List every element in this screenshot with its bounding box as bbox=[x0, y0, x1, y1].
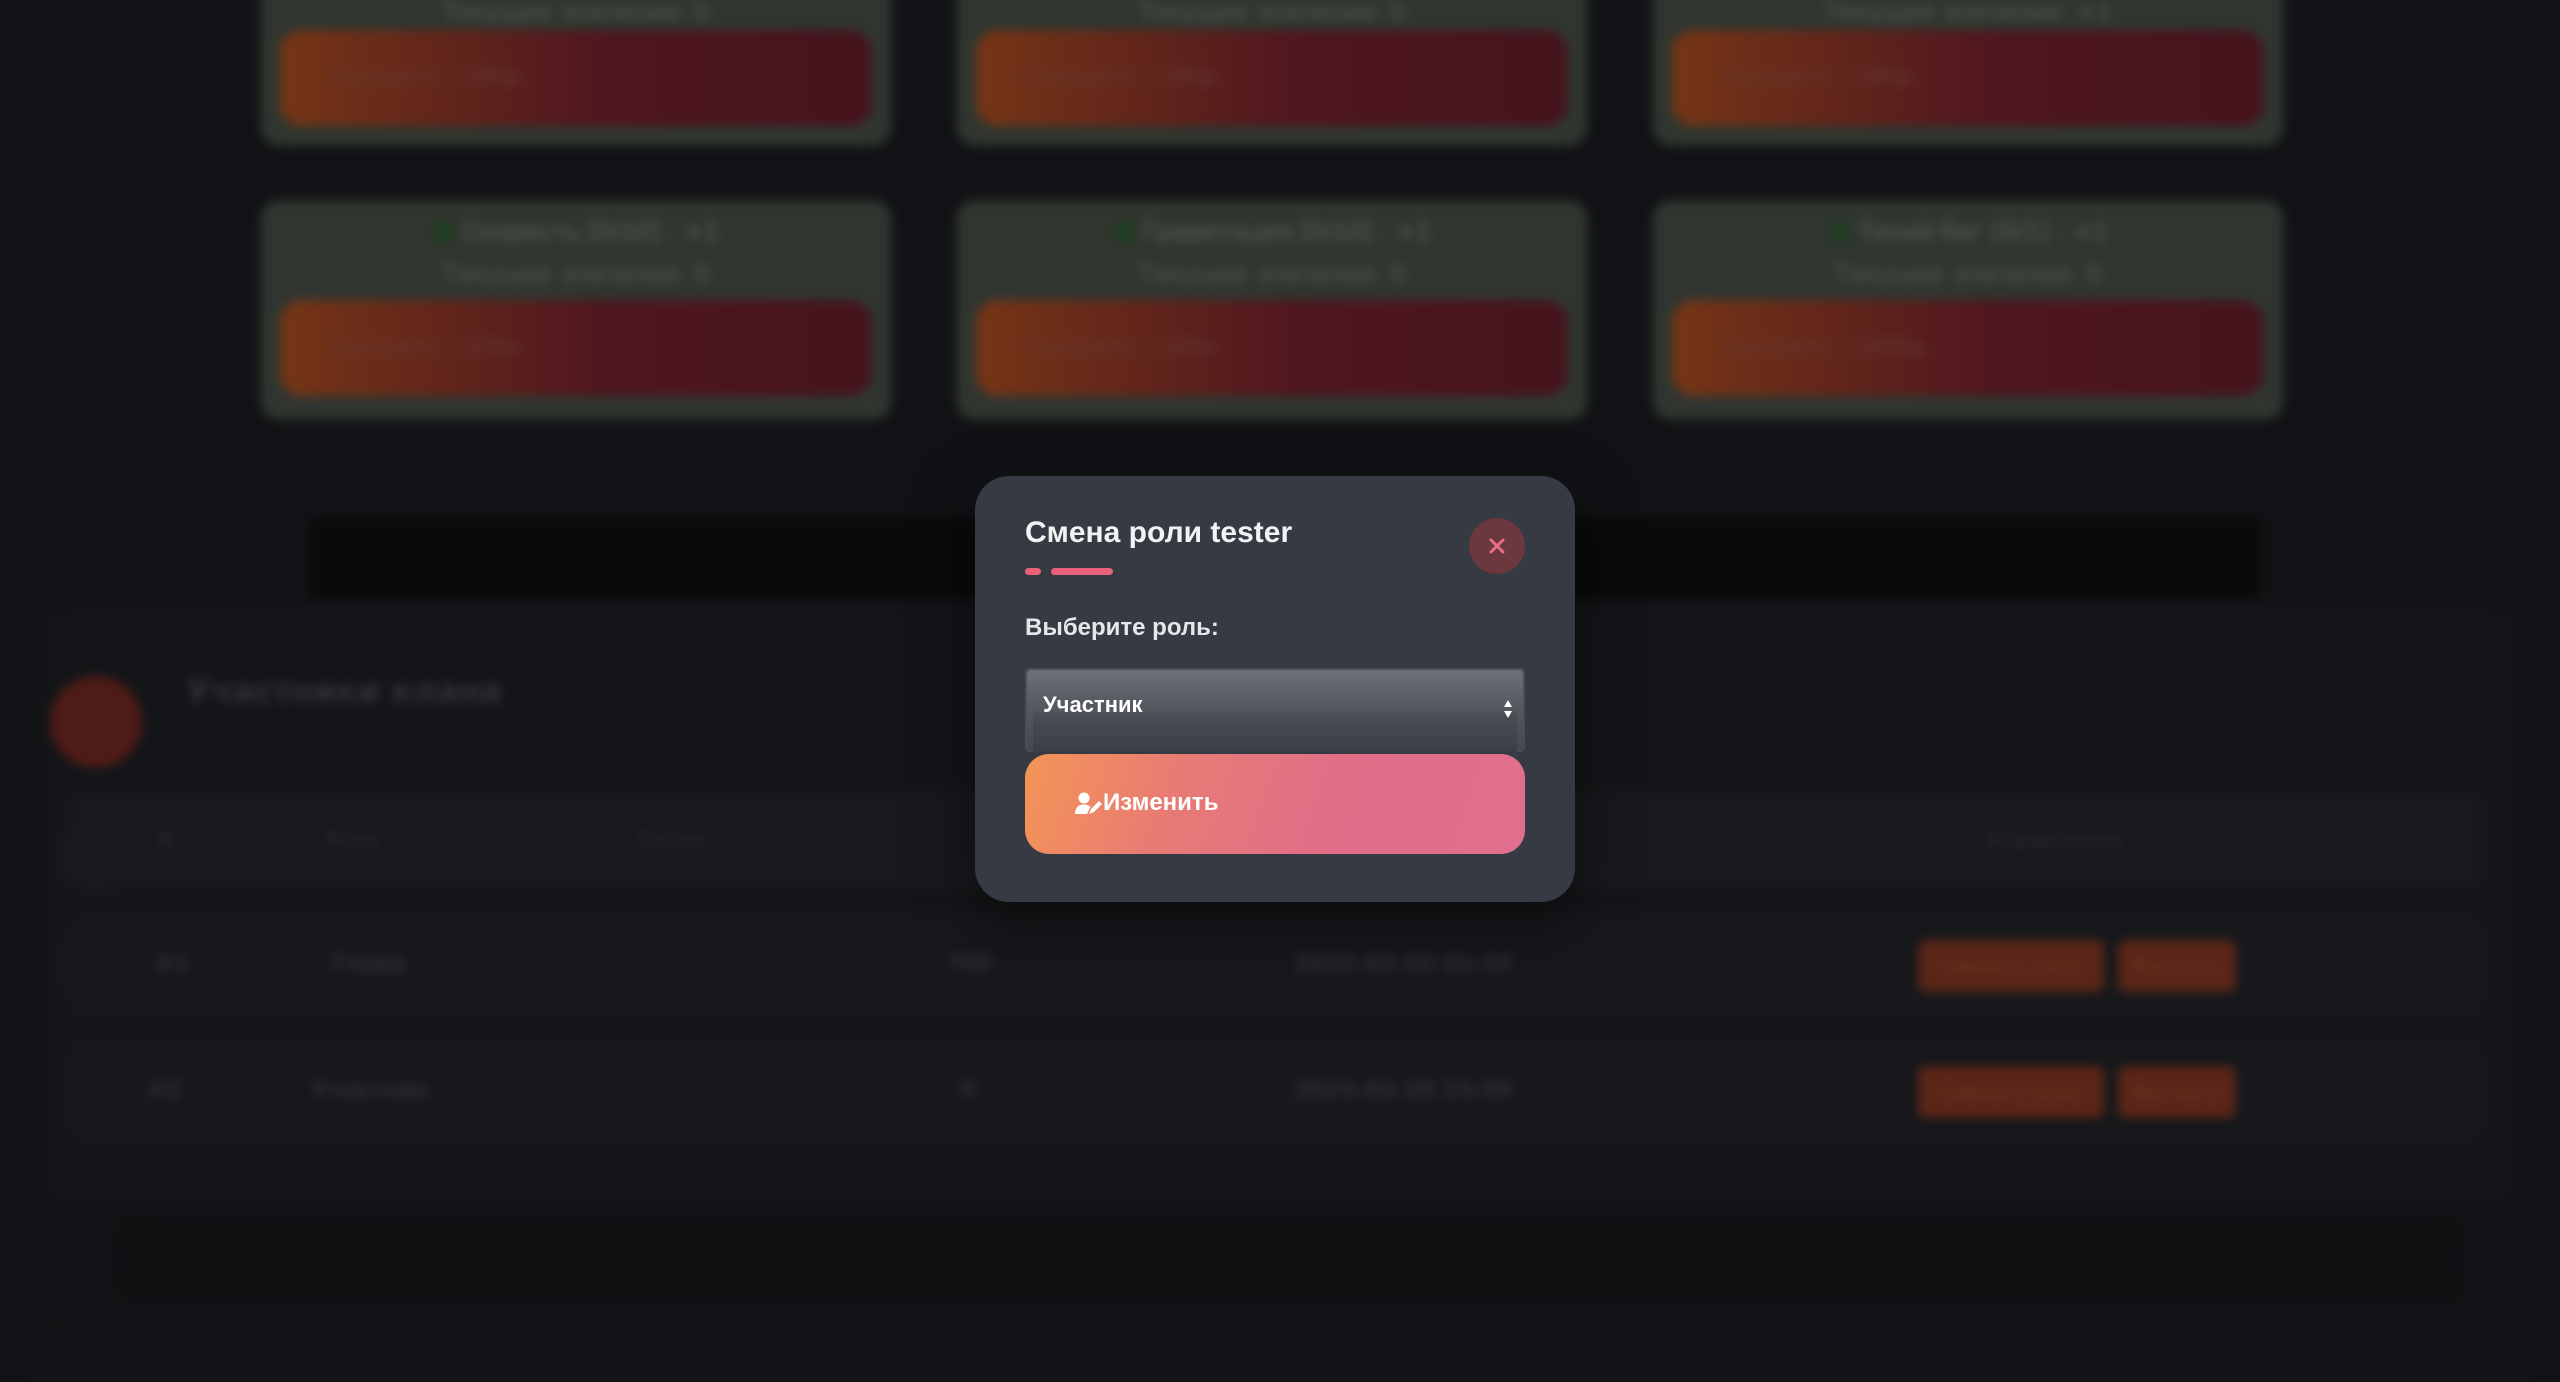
title-accent bbox=[1051, 568, 1113, 575]
change-role-submit-button[interactable]: Изменить bbox=[1025, 754, 1525, 854]
close-icon bbox=[1489, 538, 1505, 554]
submit-label: Изменить bbox=[1103, 789, 1219, 816]
page: Текущее значение: 0 Улучшить - 100р. Тек… bbox=[0, 0, 2560, 1382]
modal-title: Смена роли tester bbox=[1025, 516, 1293, 549]
role-select[interactable]: Участник bbox=[1025, 668, 1525, 752]
close-button[interactable] bbox=[1469, 518, 1525, 574]
role-select-value: Участник bbox=[1043, 692, 1143, 717]
user-edit-icon bbox=[1075, 792, 1102, 814]
select-arrows-icon bbox=[1504, 700, 1512, 718]
select-shade bbox=[1033, 712, 1517, 752]
role-field-label: Выберите роль: bbox=[1025, 614, 1219, 641]
change-role-modal: Смена роли tester Выберите роль: Участни… bbox=[975, 476, 1575, 902]
title-accent bbox=[1025, 568, 1041, 575]
